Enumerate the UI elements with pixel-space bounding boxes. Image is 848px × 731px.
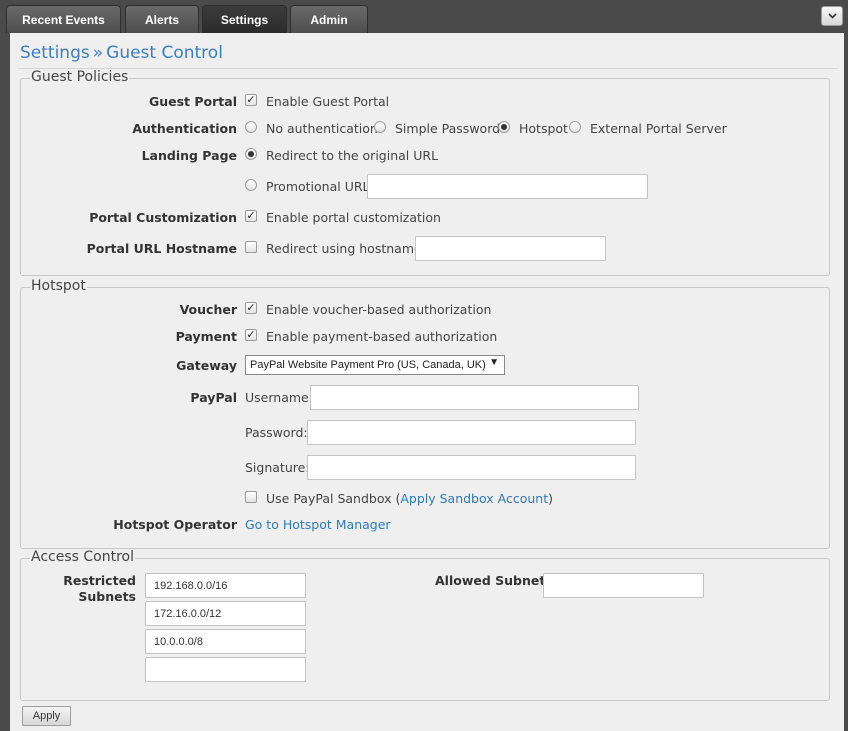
top-tab-bar: Recent Events Alerts Settings Admin <box>0 0 848 33</box>
payment-label: Payment <box>176 329 237 344</box>
paypal-signature-label: Signature: <box>245 460 310 475</box>
restricted-subnet-input[interactable]: 172.16.0.0/12 <box>145 601 306 626</box>
gateway-select[interactable]: PayPal Website Payment Pro (US, Canada, … <box>245 355 505 375</box>
guest-portal-checkbox[interactable]: ✓ <box>245 94 257 106</box>
menu-button[interactable] <box>821 6 843 26</box>
tab-recent-events[interactable]: Recent Events <box>6 5 121 33</box>
landing-redirect-radio[interactable] <box>245 148 257 160</box>
portal-customization-checkbox[interactable]: ✓ <box>245 210 257 222</box>
portal-customization-option: Enable portal customization <box>266 210 441 225</box>
gateway-label: Gateway <box>176 358 237 373</box>
auth-simple-password-radio[interactable] <box>374 121 386 133</box>
auth-hotspot-radio[interactable] <box>498 121 510 133</box>
restricted-subnet-input[interactable]: 192.168.0.0/16 <box>145 573 306 598</box>
tab-admin[interactable]: Admin <box>290 5 368 33</box>
breadcrumb-root[interactable]: Settings <box>20 43 90 63</box>
page-title: Guest Control <box>106 43 223 63</box>
portal-url-hostname-option: Redirect using hostname <box>266 241 422 256</box>
settings-panel: Settings»Guest Control Guest Policies Gu… <box>10 33 844 731</box>
breadcrumb-separator: » <box>93 43 103 63</box>
hotspot-section <box>20 287 830 549</box>
access-control-section <box>20 558 830 701</box>
auth-hotspot-label: Hotspot <box>519 121 568 136</box>
dropdown-arrow-icon: ▼ <box>489 357 499 368</box>
paypal-password-input[interactable] <box>307 420 636 445</box>
voucher-label: Voucher <box>180 302 237 317</box>
portal-url-hostname-label: Portal URL Hostname <box>87 241 237 256</box>
access-control-legend: Access Control <box>30 549 135 565</box>
auth-external-portal-label: External Portal Server <box>590 121 727 136</box>
paypal-password-label: Password: <box>245 425 308 440</box>
restricted-subnet-input[interactable]: 10.0.0.0/8 <box>145 629 306 654</box>
chevron-down-icon <box>828 13 837 19</box>
portal-customization-label: Portal Customization <box>89 210 237 225</box>
breadcrumb: Settings»Guest Control <box>20 43 223 63</box>
landing-promo-label: Promotional URL <box>266 179 370 194</box>
auth-none-label: No authentication <box>266 121 378 136</box>
paypal-username-input[interactable] <box>310 385 639 410</box>
paypal-sandbox-option: Use PayPal Sandbox (Apply Sandbox Accoun… <box>266 491 553 506</box>
landing-page-label: Landing Page <box>142 148 237 163</box>
voucher-checkbox[interactable]: ✓ <box>245 302 257 314</box>
tab-settings[interactable]: Settings <box>202 5 287 33</box>
paypal-label: PayPal <box>190 390 237 405</box>
auth-external-portal-radio[interactable] <box>569 121 581 133</box>
paypal-signature-input[interactable] <box>307 455 636 480</box>
paypal-username-label: Username: <box>245 390 313 405</box>
guest-policies-legend: Guest Policies <box>30 69 129 85</box>
landing-redirect-label: Redirect to the original URL <box>266 148 438 163</box>
guest-portal-option: Enable Guest Portal <box>266 94 389 109</box>
apply-sandbox-account-link[interactable]: Apply Sandbox Account <box>400 491 548 506</box>
voucher-option: Enable voucher-based authorization <box>266 302 491 317</box>
auth-simple-password-label: Simple Password <box>395 121 500 136</box>
tab-alerts[interactable]: Alerts <box>125 5 199 33</box>
restricted-subnet-input[interactable] <box>145 657 306 682</box>
sandbox-text-end: ) <box>548 491 553 506</box>
authentication-label: Authentication <box>132 121 237 136</box>
landing-promo-radio[interactable] <box>245 179 257 191</box>
apply-button[interactable]: Apply <box>22 706 71 726</box>
hotspot-manager-link[interactable]: Go to Hotspot Manager <box>245 517 391 532</box>
payment-checkbox[interactable]: ✓ <box>245 329 257 341</box>
restricted-subnets-label-line1: Restricted <box>63 573 136 588</box>
paypal-sandbox-checkbox[interactable] <box>245 491 257 503</box>
allowed-subnets-label: Allowed Subnets <box>435 573 553 588</box>
portal-url-hostname-checkbox[interactable] <box>245 241 257 253</box>
gateway-selected-value: PayPal Website Payment Pro (US, Canada, … <box>250 359 486 371</box>
promotional-url-input[interactable] <box>367 174 648 199</box>
restricted-subnets-label-line2: Subnets <box>78 589 136 604</box>
hotspot-operator-label: Hotspot Operator <box>113 517 237 532</box>
guest-portal-label: Guest Portal <box>149 94 237 109</box>
divider <box>18 68 838 69</box>
hotspot-legend: Hotspot <box>30 278 87 294</box>
payment-option: Enable payment-based authorization <box>266 329 497 344</box>
sandbox-text: Use PayPal Sandbox ( <box>266 491 400 506</box>
auth-none-radio[interactable] <box>245 121 257 133</box>
portal-hostname-input[interactable] <box>415 236 606 261</box>
allowed-subnet-input[interactable] <box>543 573 704 598</box>
